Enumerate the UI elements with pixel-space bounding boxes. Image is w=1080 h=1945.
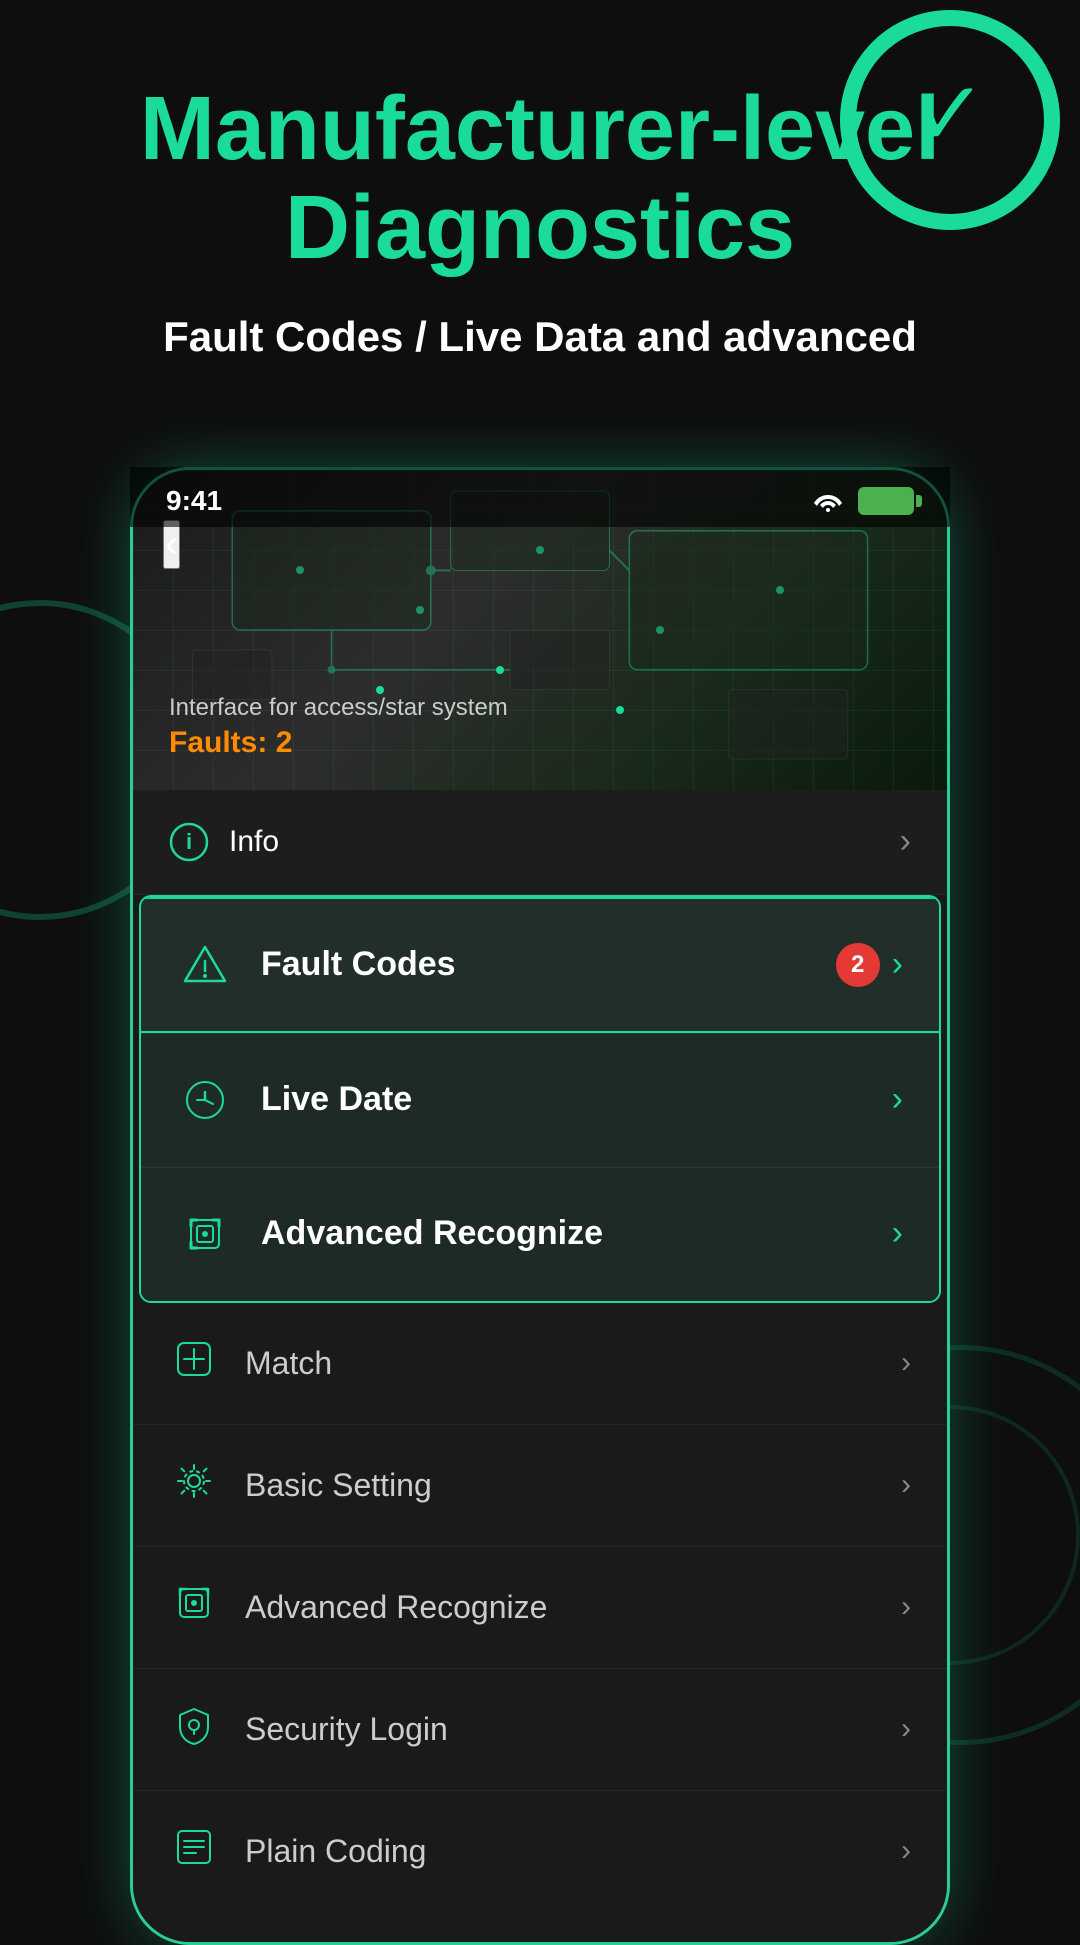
match-label: Match <box>245 1345 332 1382</box>
info-row[interactable]: i Info › <box>133 790 947 895</box>
advanced-recognize-chevron-icon-2: › <box>901 1590 911 1624</box>
advanced-recognize-highlighted-label: Advanced Recognize <box>261 1214 603 1253</box>
plain-coding-chevron-icon: › <box>901 1834 911 1868</box>
list-icon <box>169 1827 219 1876</box>
bottom-item-match[interactable]: Match › <box>133 1303 947 1425</box>
info-icon: i <box>169 822 209 862</box>
logo-ring: ✓ <box>840 10 1060 230</box>
scan-icon-2 <box>169 1583 219 1632</box>
match-icon <box>169 1339 219 1388</box>
svg-text:i: i <box>186 829 192 854</box>
advanced-recognize-bottom-left: Advanced Recognize <box>169 1583 547 1632</box>
subtitle: Fault Codes / Live Data and advanced <box>60 308 1020 367</box>
wifi-icon <box>812 489 844 513</box>
phone-mockup: 9:41 <box>130 467 950 1945</box>
highlighted-section: Fault Codes 2 › <box>139 895 941 1303</box>
plain-coding-left: Plain Coding <box>169 1827 426 1876</box>
menu-item-live-date[interactable]: Live Date › <box>141 1033 939 1167</box>
match-chevron-icon: › <box>901 1346 911 1380</box>
live-date-chevron-icon: › <box>892 1080 903 1119</box>
info-left: i Info <box>169 822 279 862</box>
bottom-item-basic-setting[interactable]: Basic Setting › <box>133 1425 947 1547</box>
advanced-recognize-right: › <box>892 1214 903 1253</box>
security-login-label: Security Login <box>245 1711 448 1748</box>
status-icons <box>812 487 914 515</box>
bottom-item-plain-coding[interactable]: Plain Coding › <box>133 1791 947 1912</box>
interface-label: Interface for access/star system <box>169 694 911 722</box>
logo-check-icon: ✓ <box>912 70 987 160</box>
bottom-section: Match › Basic Setting › <box>133 1303 947 1942</box>
match-left: Match <box>169 1339 332 1388</box>
status-bar: 9:41 <box>130 467 950 527</box>
info-label: Info <box>229 825 279 859</box>
fault-codes-left: Fault Codes <box>177 937 456 993</box>
bottom-item-security-login[interactable]: Security Login › <box>133 1669 947 1791</box>
advanced-recognize-label: Advanced Recognize <box>245 1589 547 1626</box>
live-date-right: › <box>892 1080 903 1119</box>
warning-icon <box>177 937 233 993</box>
menu-item-fault-codes[interactable]: Fault Codes 2 › <box>141 897 939 1033</box>
security-login-chevron-icon: › <box>901 1712 911 1746</box>
basic-setting-chevron-icon: › <box>901 1468 911 1502</box>
chart-icon <box>177 1072 233 1128</box>
scan-icon <box>177 1206 233 1262</box>
advanced-recognize-left: Advanced Recognize <box>177 1206 603 1262</box>
gear-icon <box>169 1461 219 1510</box>
info-chevron-icon: › <box>900 822 911 861</box>
advanced-recognize-chevron-icon: › <box>892 1214 903 1253</box>
live-date-left: Live Date <box>177 1072 412 1128</box>
faults-count: Faults: 2 <box>169 726 911 760</box>
faults-label-text: Faults: <box>169 726 267 759</box>
battery-icon <box>858 487 914 515</box>
faults-number: 2 <box>276 726 293 759</box>
fault-codes-chevron-icon: › <box>892 945 903 984</box>
status-time: 9:41 <box>166 485 222 517</box>
security-login-left: Security Login <box>169 1705 448 1754</box>
menu-item-advanced-recognize-highlighted[interactable]: Advanced Recognize › <box>141 1167 939 1301</box>
fault-codes-badge: 2 <box>836 943 880 987</box>
phone-frame: 9:41 <box>130 467 950 1945</box>
back-button[interactable]: ‹ <box>163 520 180 569</box>
plain-coding-label: Plain Coding <box>245 1833 426 1870</box>
bottom-item-advanced-recognize[interactable]: Advanced Recognize › <box>133 1547 947 1669</box>
basic-setting-label: Basic Setting <box>245 1467 432 1504</box>
logo-area: ✓ <box>840 10 1060 230</box>
live-date-label: Live Date <box>261 1080 412 1119</box>
shield-icon <box>169 1705 219 1754</box>
fault-codes-right: 2 › <box>836 943 903 987</box>
basic-setting-left: Basic Setting <box>169 1461 432 1510</box>
fault-codes-label: Fault Codes <box>261 945 456 984</box>
